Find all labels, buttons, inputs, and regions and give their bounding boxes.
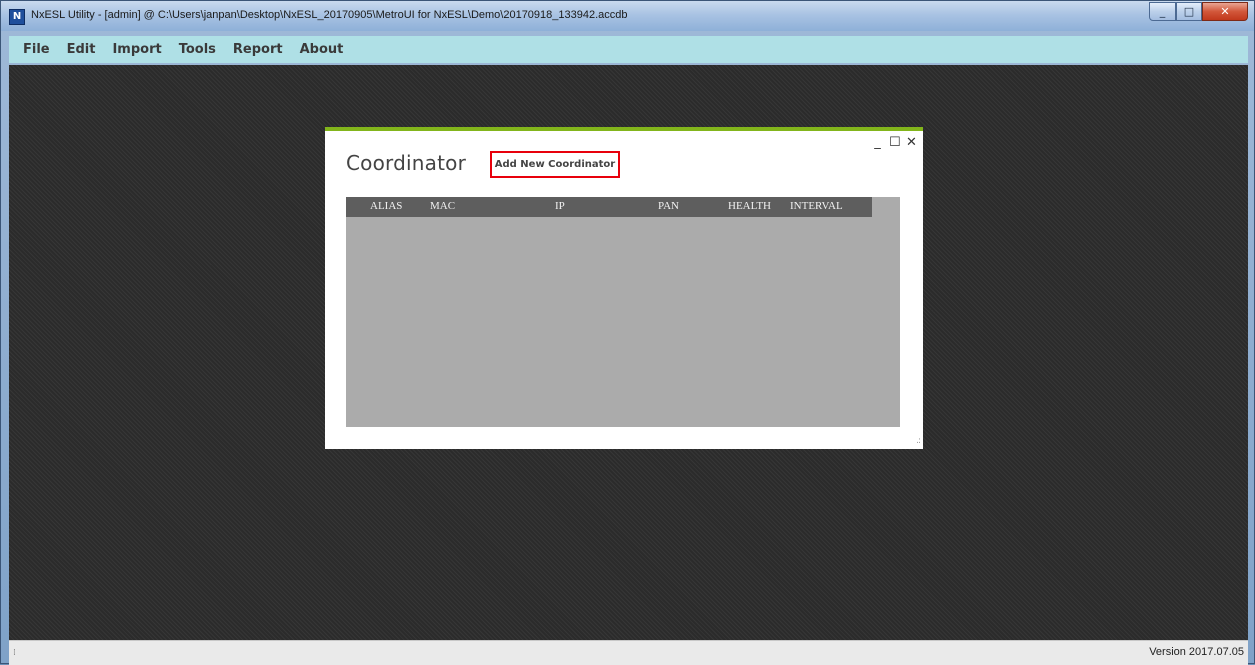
menu-report[interactable]: Report [230, 42, 286, 57]
status-bar: ⁞ Version 2017.07.05 [9, 640, 1248, 665]
table-header: ALIAS MAC IP PAN HEALTH INTERVAL [346, 197, 872, 217]
column-header-pan[interactable]: PAN [658, 200, 679, 212]
dialog-controls: _ ☐ ✕ [872, 136, 917, 150]
menu-bar: File Edit Import Tools Report About [9, 36, 1248, 63]
app-window: N NxESL Utility - [admin] @ C:\Users\jan… [0, 0, 1255, 665]
window-maximize-button[interactable]: □ [1176, 2, 1202, 21]
title-bar[interactable]: N NxESL Utility - [admin] @ C:\Users\jan… [1, 1, 1254, 31]
column-header-interval[interactable]: INTERVAL [790, 200, 843, 212]
add-new-coordinator-button[interactable]: Add New Coordinator [490, 151, 620, 178]
version-label: Version 2017.07.05 [1149, 646, 1244, 658]
coordinator-table[interactable]: ALIAS MAC IP PAN HEALTH INTERVAL [346, 197, 900, 427]
menu-file[interactable]: File [20, 42, 53, 57]
dialog-maximize-icon[interactable]: ☐ [889, 136, 901, 150]
coordinator-dialog: Coordinator Add New Coordinator _ ☐ ✕ AL… [325, 127, 923, 449]
dialog-title: Coordinator [346, 151, 466, 175]
menu-about[interactable]: About [297, 42, 347, 57]
dialog-close-icon[interactable]: ✕ [906, 136, 917, 150]
menu-tools[interactable]: Tools [176, 42, 219, 57]
dialog-minimize-icon[interactable]: _ [872, 136, 883, 150]
resize-grip-icon[interactable]: .: [916, 436, 921, 446]
app-icon[interactable]: N [9, 9, 25, 25]
column-header-ip[interactable]: IP [555, 200, 565, 212]
column-header-alias[interactable]: ALIAS [370, 200, 402, 212]
menu-import[interactable]: Import [109, 42, 164, 57]
window-close-button[interactable]: ✕ [1202, 2, 1248, 21]
window-controls: _ □ ✕ [1149, 2, 1248, 21]
column-header-mac[interactable]: MAC [430, 200, 455, 212]
window-title: NxESL Utility - [admin] @ C:\Users\janpa… [31, 9, 628, 21]
menu-edit[interactable]: Edit [64, 42, 99, 57]
status-grip-icon: ⁞ [13, 648, 16, 658]
column-header-health[interactable]: HEALTH [728, 200, 771, 212]
window-minimize-button[interactable]: _ [1149, 2, 1176, 21]
